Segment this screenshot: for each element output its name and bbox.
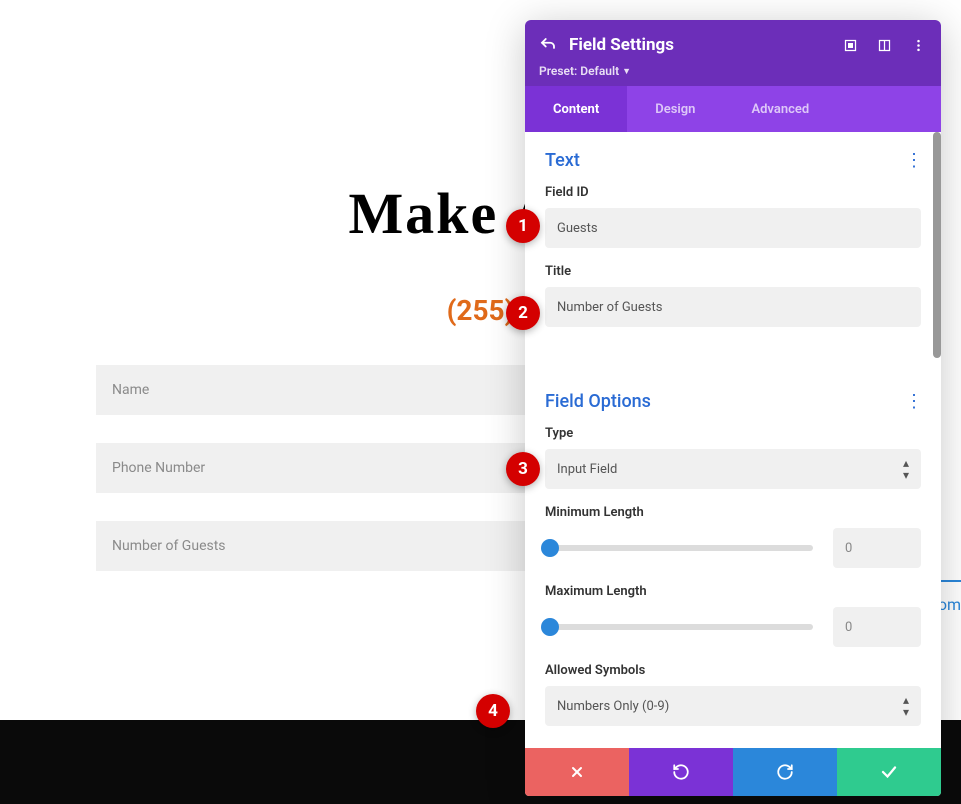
tab-advanced[interactable]: Advanced xyxy=(723,86,837,132)
discard-button[interactable] xyxy=(525,748,629,796)
back-icon[interactable] xyxy=(539,36,557,54)
allowed-symbols-label: Allowed Symbols xyxy=(545,663,921,678)
field-settings-panel: Field Settings Preset: Default▼ xyxy=(525,20,941,796)
tab-content[interactable]: Content xyxy=(525,86,627,132)
panel-body: Text ⋮ Field ID Title Field Options ⋮ xyxy=(525,132,941,748)
max-length-value[interactable] xyxy=(833,607,921,647)
panel-header: Field Settings Preset: Default▼ xyxy=(525,20,941,86)
title-input[interactable] xyxy=(545,287,921,327)
om-link[interactable]: om xyxy=(938,595,961,614)
field-options-menu-icon[interactable]: ⋮ xyxy=(905,391,921,412)
preset-selector[interactable]: Preset: Default▼ xyxy=(539,60,927,78)
annotation-badge-3: 3 xyxy=(506,452,540,486)
redo-button[interactable] xyxy=(733,748,837,796)
field-options-title: Field Options xyxy=(545,391,651,412)
caret-down-icon: ▼ xyxy=(622,66,631,77)
tab-design[interactable]: Design xyxy=(627,86,723,132)
panel-title: Field Settings xyxy=(569,35,674,55)
annotation-badge-1: 1 xyxy=(506,209,540,243)
text-section-menu-icon[interactable]: ⋮ xyxy=(905,150,921,171)
text-section-head: Text ⋮ xyxy=(545,150,921,171)
allowed-symbols-select[interactable] xyxy=(545,686,921,726)
section-divider xyxy=(525,349,941,373)
panel-header-row: Field Settings xyxy=(539,30,927,60)
type-label: Type xyxy=(545,426,921,441)
preset-value: Default xyxy=(580,64,619,78)
title-label: Title xyxy=(545,264,921,279)
annotation-badge-2: 2 xyxy=(506,296,540,330)
panel-tabs: Content Design Advanced xyxy=(525,86,941,132)
max-length-label: Maximum Length xyxy=(545,584,921,599)
text-section: Text ⋮ Field ID Title xyxy=(525,132,941,349)
annotation-badge-4: 4 xyxy=(476,694,510,728)
panel-footer-actions xyxy=(525,748,941,796)
text-section-title: Text xyxy=(545,150,580,171)
min-length-label: Minimum Length xyxy=(545,505,921,520)
type-select[interactable] xyxy=(545,449,921,489)
expand-icon[interactable] xyxy=(841,36,859,54)
field-options-head: Field Options ⋮ xyxy=(545,391,921,412)
field-id-input[interactable] xyxy=(545,208,921,248)
max-length-slider[interactable] xyxy=(545,624,813,630)
scrollbar[interactable] xyxy=(933,132,941,358)
min-length-value[interactable] xyxy=(833,528,921,568)
preset-label: Preset: xyxy=(539,64,577,78)
header-action-icons xyxy=(841,36,927,54)
max-length-thumb[interactable] xyxy=(541,618,559,636)
field-id-label: Field ID xyxy=(545,185,921,200)
undo-button[interactable] xyxy=(629,748,733,796)
min-length-slider[interactable] xyxy=(545,545,813,551)
snap-icon[interactable] xyxy=(875,36,893,54)
save-button[interactable] xyxy=(837,748,941,796)
field-options-section: Field Options ⋮ Type ▴▾ Minimum Length xyxy=(525,373,941,748)
min-length-thumb[interactable] xyxy=(541,539,559,557)
kebab-icon[interactable] xyxy=(909,36,927,54)
page-root: Make A R (255) Name Phone Number Number … xyxy=(0,0,961,804)
